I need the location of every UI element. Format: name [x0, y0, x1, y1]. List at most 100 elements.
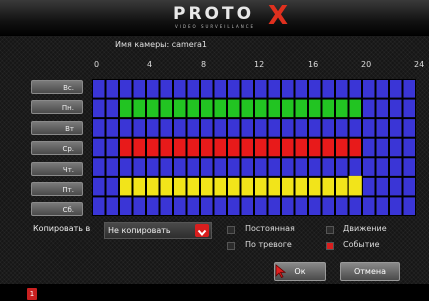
schedule-cell[interactable]: [309, 119, 321, 137]
schedule-cell[interactable]: [403, 197, 416, 215]
schedule-cell-motion[interactable]: [187, 99, 200, 118]
schedule-cell-motion[interactable]: [349, 99, 362, 118]
schedule-cell[interactable]: [147, 80, 159, 98]
schedule-cell[interactable]: [201, 158, 213, 176]
schedule-cell[interactable]: [336, 80, 348, 98]
schedule-cell[interactable]: [295, 197, 308, 215]
schedule-cell[interactable]: [322, 119, 335, 137]
schedule-cell[interactable]: [376, 177, 389, 196]
schedule-cell[interactable]: [106, 99, 119, 118]
schedule-cell-event[interactable]: [309, 177, 321, 196]
schedule-cell[interactable]: [120, 80, 132, 98]
schedule-cell[interactable]: [214, 197, 227, 215]
taskbar-badge[interactable]: 1: [27, 288, 37, 300]
schedule-cell-event[interactable]: [241, 177, 254, 196]
schedule-cell-event[interactable]: [348, 175, 362, 196]
schedule-cell-event[interactable]: [228, 177, 240, 196]
schedule-cell[interactable]: [282, 158, 294, 176]
schedule-cell[interactable]: [93, 119, 105, 137]
schedule-grid[interactable]: [92, 79, 416, 216]
schedule-cell[interactable]: [268, 197, 281, 215]
schedule-cell-event[interactable]: [174, 177, 186, 196]
schedule-cell[interactable]: [147, 158, 159, 176]
schedule-cell-event[interactable]: [322, 177, 335, 196]
schedule-cell[interactable]: [336, 119, 348, 137]
schedule-cell[interactable]: [133, 158, 146, 176]
schedule-cell[interactable]: [147, 119, 159, 137]
schedule-cell[interactable]: [322, 158, 335, 176]
schedule-cell[interactable]: [336, 158, 348, 176]
schedule-cell[interactable]: [403, 119, 416, 137]
schedule-cell[interactable]: [106, 197, 119, 215]
schedule-cell-motion[interactable]: [214, 99, 227, 118]
schedule-cell[interactable]: [147, 197, 159, 215]
schedule-cell[interactable]: [241, 197, 254, 215]
schedule-cell[interactable]: [390, 197, 402, 215]
schedule-cell-motion[interactable]: [160, 99, 173, 118]
schedule-cell-motion[interactable]: [268, 99, 281, 118]
schedule-cell-motion[interactable]: [120, 99, 132, 118]
schedule-cell[interactable]: [376, 99, 389, 118]
schedule-cell-alarm[interactable]: [228, 138, 240, 157]
schedule-cell-motion[interactable]: [133, 99, 146, 118]
schedule-cell-event[interactable]: [201, 177, 213, 196]
schedule-cell[interactable]: [228, 80, 240, 98]
schedule-cell-alarm[interactable]: [160, 138, 173, 157]
schedule-cell[interactable]: [336, 197, 348, 215]
schedule-cell[interactable]: [106, 119, 119, 137]
schedule-cell[interactable]: [133, 80, 146, 98]
schedule-cell[interactable]: [376, 138, 389, 157]
schedule-cell[interactable]: [363, 158, 375, 176]
schedule-cell[interactable]: [363, 197, 375, 215]
schedule-cell-event[interactable]: [147, 177, 159, 196]
schedule-cell[interactable]: [214, 158, 227, 176]
schedule-cell[interactable]: [255, 119, 267, 137]
schedule-cell[interactable]: [349, 80, 362, 98]
schedule-cell-alarm[interactable]: [295, 138, 308, 157]
schedule-cell[interactable]: [363, 99, 375, 118]
schedule-cell[interactable]: [403, 158, 416, 176]
schedule-cell[interactable]: [363, 80, 375, 98]
schedule-cell-event[interactable]: [268, 177, 281, 196]
schedule-cell-alarm[interactable]: [241, 138, 254, 157]
schedule-cell[interactable]: [255, 197, 267, 215]
schedule-cell-alarm[interactable]: [187, 138, 200, 157]
schedule-cell[interactable]: [241, 119, 254, 137]
schedule-cell[interactable]: [268, 119, 281, 137]
schedule-cell[interactable]: [268, 80, 281, 98]
schedule-cell-event[interactable]: [133, 177, 146, 196]
schedule-cell-alarm[interactable]: [174, 138, 186, 157]
schedule-cell[interactable]: [390, 158, 402, 176]
schedule-cell-motion[interactable]: [295, 99, 308, 118]
schedule-cell[interactable]: [403, 99, 416, 118]
schedule-cell[interactable]: [349, 197, 362, 215]
schedule-cell[interactable]: [201, 119, 213, 137]
schedule-cell[interactable]: [363, 177, 375, 196]
schedule-cell[interactable]: [376, 158, 389, 176]
schedule-cell[interactable]: [214, 119, 227, 137]
schedule-cell[interactable]: [174, 119, 186, 137]
schedule-cell[interactable]: [282, 80, 294, 98]
schedule-cell-motion[interactable]: [201, 99, 213, 118]
schedule-cell[interactable]: [295, 119, 308, 137]
schedule-cell[interactable]: [120, 119, 132, 137]
schedule-cell[interactable]: [201, 197, 213, 215]
day-button-thu[interactable]: Чт.: [31, 162, 83, 176]
schedule-cell[interactable]: [133, 119, 146, 137]
schedule-cell-event[interactable]: [336, 177, 348, 196]
schedule-cell[interactable]: [228, 158, 240, 176]
schedule-cell[interactable]: [93, 138, 105, 157]
schedule-cell[interactable]: [120, 158, 132, 176]
schedule-cell[interactable]: [93, 80, 105, 98]
schedule-cell[interactable]: [390, 80, 402, 98]
schedule-cell-motion[interactable]: [336, 99, 348, 118]
schedule-cell-alarm[interactable]: [133, 138, 146, 157]
schedule-cell-event[interactable]: [187, 177, 200, 196]
schedule-cell-event[interactable]: [255, 177, 267, 196]
schedule-cell[interactable]: [106, 80, 119, 98]
schedule-cell[interactable]: [160, 119, 173, 137]
schedule-cell[interactable]: [403, 80, 416, 98]
schedule-cell-alarm[interactable]: [255, 138, 267, 157]
schedule-cell-alarm[interactable]: [322, 138, 335, 157]
schedule-cell[interactable]: [363, 119, 375, 137]
